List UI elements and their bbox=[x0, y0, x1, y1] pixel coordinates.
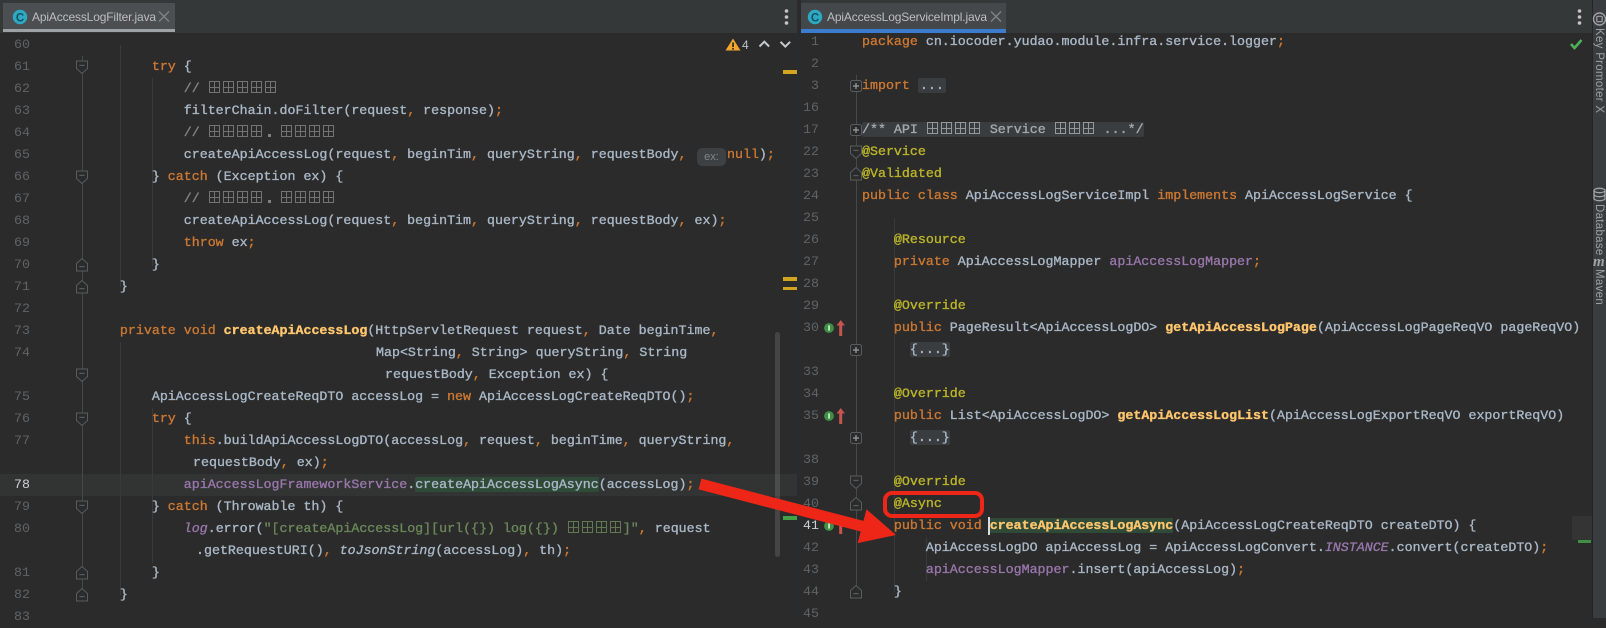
svg-text:C: C bbox=[16, 13, 24, 25]
svg-text:4: 4 bbox=[742, 38, 749, 52]
svg-text:m: m bbox=[1593, 254, 1605, 270]
svg-text:C: C bbox=[811, 13, 819, 25]
